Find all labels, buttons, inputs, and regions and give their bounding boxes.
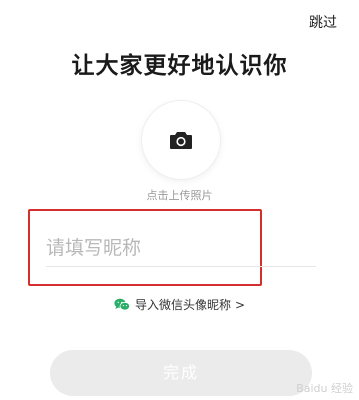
- upload-photo-label: 点击上传照片: [146, 189, 213, 202]
- done-button[interactable]: 完成: [50, 350, 312, 396]
- page-title: 让大家更好地认识你: [71, 53, 288, 79]
- nickname-input[interactable]: [46, 230, 316, 267]
- baidu-watermark: Baidu 经验: [296, 382, 353, 395]
- chevron-right-icon: >: [234, 298, 246, 312]
- skip-button[interactable]: 跳过: [309, 12, 337, 32]
- nickname-setup-page: 跳过 让大家更好地认识你 点击上传照片 导入微信头像昵称> 完成 Baidu 经…: [0, 0, 359, 400]
- import-wechat-label: 导入微信头像昵称: [134, 298, 231, 312]
- wechat-icon: [114, 298, 130, 311]
- avatar-upload-button[interactable]: [142, 101, 220, 179]
- camera-icon: [170, 132, 192, 149]
- import-wechat-link[interactable]: 导入微信头像昵称 >: [0, 296, 359, 313]
